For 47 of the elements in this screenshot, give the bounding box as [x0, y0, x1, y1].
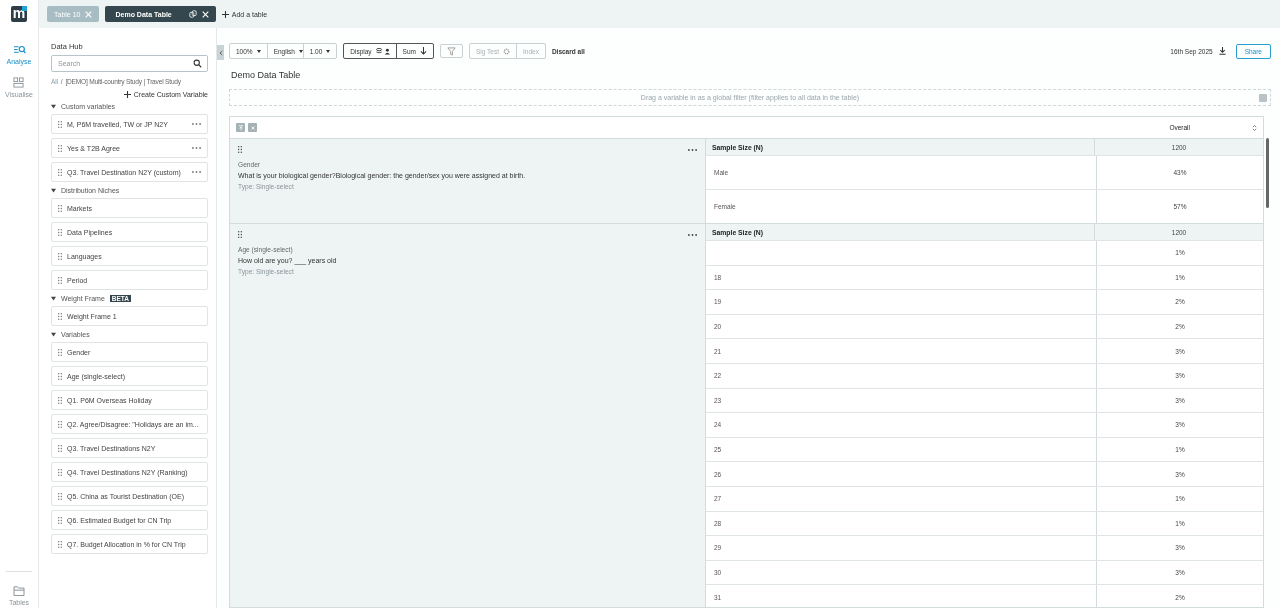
plus-icon[interactable]: [221, 10, 229, 18]
drag-handle-icon[interactable]: [58, 228, 62, 236]
drag-handle-icon[interactable]: [58, 396, 62, 404]
drag-handle-icon[interactable]: [58, 372, 62, 380]
analyse-icon[interactable]: [12, 44, 26, 55]
drag-handle-icon[interactable]: [58, 516, 62, 524]
table-title: Demo Data Table: [231, 70, 302, 80]
drag-handle-icon[interactable]: [58, 468, 62, 476]
drag-handle-icon[interactable]: [58, 252, 62, 260]
drag-handle-icon[interactable]: [238, 146, 242, 153]
drag-handle-icon[interactable]: [238, 231, 242, 238]
drag-handle-icon[interactable]: [58, 276, 62, 284]
drag-handle-icon[interactable]: [58, 348, 62, 356]
more-icon[interactable]: [688, 148, 697, 151]
plus-icon[interactable]: [123, 91, 131, 98]
caret-icon[interactable]: [51, 188, 56, 193]
caret-icon[interactable]: [51, 104, 56, 109]
caret-icon[interactable]: [51, 296, 56, 301]
search-icon[interactable]: [193, 59, 202, 68]
collapse-button[interactable]: [217, 45, 224, 60]
link-icon[interactable]: [188, 10, 197, 18]
drag-handle-icon[interactable]: [58, 540, 62, 548]
drag-handle-icon[interactable]: [58, 420, 62, 428]
drag-handle-icon[interactable]: [58, 204, 62, 212]
close-icon[interactable]: [201, 10, 209, 18]
caret-icon[interactable]: [256, 49, 261, 53]
filter-icon[interactable]: [446, 46, 456, 56]
drag-handle-icon[interactable]: [58, 312, 62, 320]
caret-icon[interactable]: [326, 49, 331, 53]
drag-handle-icon[interactable]: [58, 444, 62, 452]
drag-handle-icon[interactable]: [58, 144, 62, 152]
caret-icon[interactable]: [298, 49, 303, 53]
sort-icon[interactable]: [1252, 123, 1257, 132]
database-person-icon[interactable]: [375, 47, 390, 55]
drag-handle-icon[interactable]: [58, 120, 62, 128]
download-icon[interactable]: [1218, 47, 1226, 55]
chevron-left-icon[interactable]: [218, 49, 223, 56]
more-icon[interactable]: [688, 233, 697, 236]
drag-handle-icon[interactable]: [58, 168, 62, 176]
drag-handle-icon[interactable]: [58, 492, 62, 500]
caret-icon[interactable]: [51, 332, 56, 337]
folder-icon[interactable]: [13, 586, 25, 596]
collapse-rows-icon[interactable]: [248, 123, 257, 132]
grid-icon[interactable]: [13, 77, 25, 88]
filter-button[interactable]: [439, 44, 463, 58]
arrow-down-icon[interactable]: [419, 47, 427, 55]
app-logo: m: [11, 6, 27, 22]
